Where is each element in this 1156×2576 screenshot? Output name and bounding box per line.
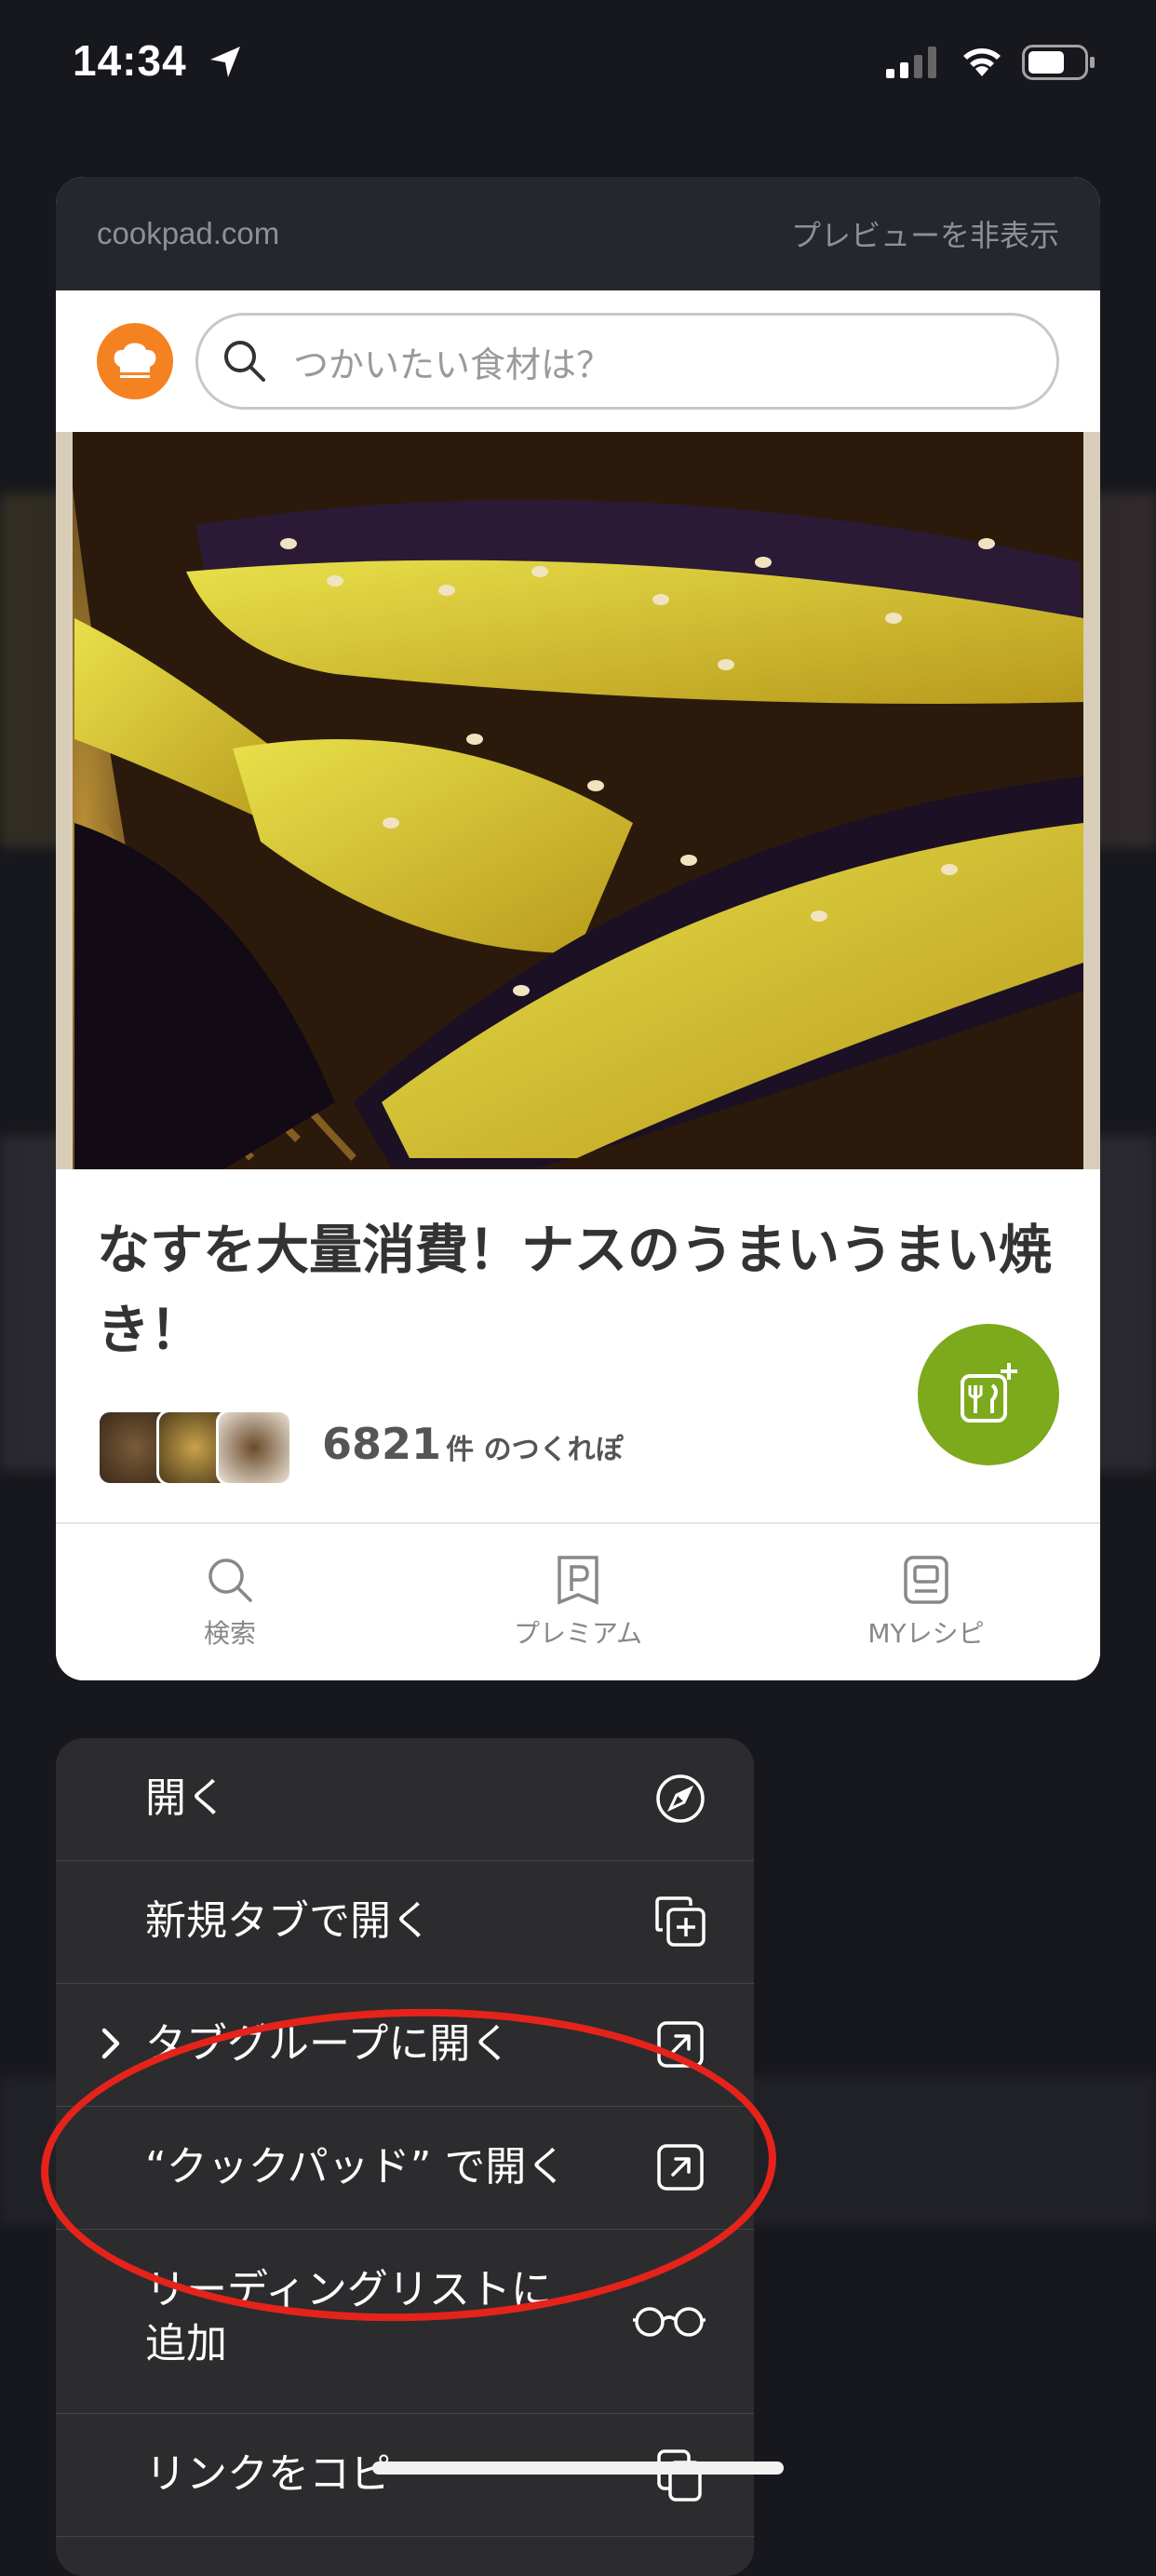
menu-item-label: 開く (145, 1774, 227, 1822)
search-icon (208, 1558, 252, 1602)
status-bar: 14:34 (0, 0, 1156, 121)
tsukurepo-number: 6821 (322, 1419, 442, 1469)
menu-item-label: 新規タブで開く (145, 1897, 432, 1945)
tsukurepo-thumbnails (97, 1409, 292, 1486)
search-placeholder: つかいたい食材は？ (293, 344, 612, 385)
search-icon (224, 341, 265, 382)
glasses-icon (633, 2307, 706, 2337)
preview-header: cookpad.com プレビューを非表示 (56, 177, 1100, 290)
tab-label: プレミアム (513, 1618, 643, 1649)
status-time: 14:34 (73, 36, 187, 85)
tsukurepo-row: 6821 件 のつくれぽ (56, 1324, 1100, 1501)
tsukurepo-thumbnail (216, 1409, 292, 1486)
menu-item-label: リンクをコピー (145, 2450, 432, 2498)
chef-hat-icon (114, 343, 156, 378)
my-recipe-icon (904, 1556, 948, 1604)
cookpad-logo (97, 323, 173, 399)
link-preview-card[interactable]: cookpad.com プレビューを非表示 つかいたい食材は？ なすを大量消費！… (56, 177, 1100, 1680)
recipe-search-input[interactable]: つかいたい食材は？ (195, 313, 1059, 410)
tab-my-recipe[interactable]: MYレシピ (752, 1524, 1100, 1680)
cellular-signal-icon (886, 47, 936, 78)
hide-preview-button[interactable]: プレビューを非表示 (791, 212, 1059, 255)
add-recipe-button[interactable] (918, 1324, 1059, 1465)
new-tab-icon (655, 1896, 706, 1947)
cookpad-tab-bar: 検索 プレミアム MYレシピ (56, 1522, 1100, 1680)
menu-item-open[interactable]: 開く (56, 1738, 754, 1861)
tab-premium[interactable]: プレミアム (404, 1524, 752, 1680)
tab-search[interactable]: 検索 (56, 1524, 404, 1680)
chevron-right-icon (101, 2028, 120, 2059)
tab-label: 検索 (203, 1618, 256, 1649)
recipe-photo (56, 432, 1100, 1169)
copy-icon (657, 2449, 702, 2502)
tsukurepo-unit: 件 のつくれぽ (446, 1434, 624, 1466)
compass-icon (656, 1774, 705, 1823)
premium-icon (558, 1556, 598, 1605)
location-arrow-icon (210, 47, 240, 77)
preview-domain: cookpad.com (97, 216, 280, 250)
menu-item-open-new-tab[interactable]: 新規タブで開く (56, 1861, 754, 1984)
wifi-icon (963, 48, 1001, 76)
utensils-plus-icon (961, 1363, 1017, 1423)
tab-label: MYレシピ (867, 1618, 985, 1649)
recipe-title[interactable]: なすを大量消費！ナスのうまいうまい焼き！ (97, 1210, 1059, 1370)
home-indicator (372, 2461, 784, 2475)
battery-icon (1022, 45, 1095, 80)
tsukurepo-count: 6821 件 のつくれぽ (322, 1419, 624, 1469)
menu-item-copy-link[interactable]: リンクをコピー (56, 2414, 754, 2537)
cookpad-header: つかいたい食材は？ (56, 290, 1100, 432)
